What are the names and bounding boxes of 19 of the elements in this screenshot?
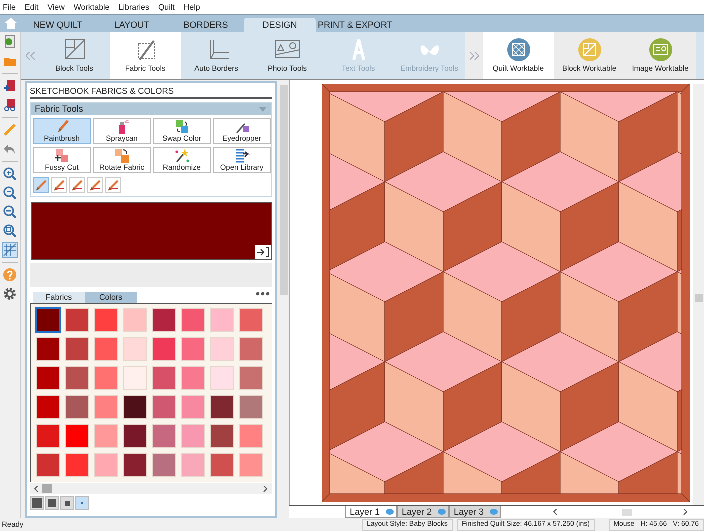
main-tab[interactable]: BORDERS: [170, 18, 242, 32]
menu-item[interactable]: Quilt: [158, 2, 175, 12]
main-tab[interactable]: NEW QUILT: [22, 18, 94, 32]
menu-item[interactable]: View: [48, 2, 65, 12]
menu-item[interactable]: Edit: [24, 2, 39, 12]
main-tab[interactable]: DESIGN: [244, 18, 316, 32]
menu-item[interactable]: Help: [184, 2, 200, 12]
section-header[interactable]: Fabric Tools: [31, 103, 271, 115]
menu-item[interactable]: File: [3, 2, 16, 12]
main-tab[interactable]: LAYOUT: [96, 18, 168, 32]
main-tab[interactable]: PRINT & EXPORT: [318, 18, 390, 32]
layer-tab[interactable]: Layer 3: [449, 506, 501, 518]
layer-tab[interactable]: Layer 2: [397, 506, 449, 518]
library-tab[interactable]: Fabrics: [33, 292, 85, 303]
library-tab[interactable]: Colors: [85, 292, 137, 303]
layer-tab[interactable]: Layer 1: [345, 506, 397, 518]
menu-item[interactable]: Worktable: [74, 2, 110, 12]
panel-title: SKETCHBOOK FABRICS & COLORS: [30, 85, 272, 99]
menu-item[interactable]: Libraries: [118, 2, 150, 12]
